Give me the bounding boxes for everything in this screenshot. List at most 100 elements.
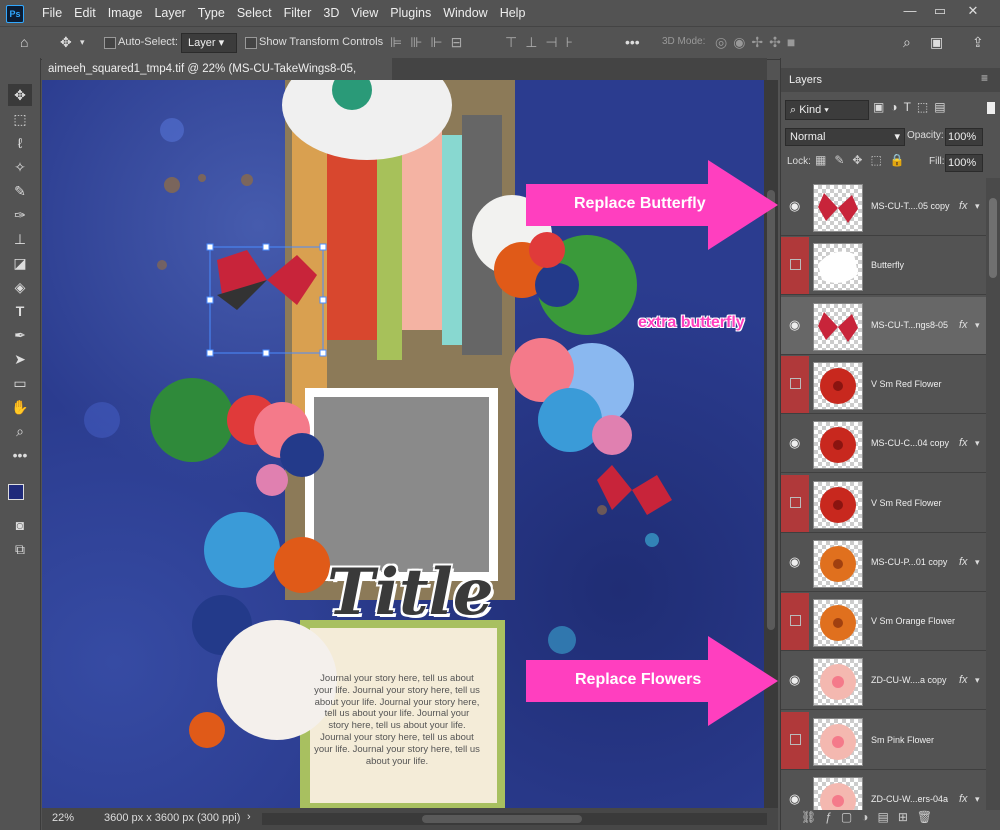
layer-effects-icon[interactable]: fx xyxy=(959,178,968,235)
auto-select-dropdown[interactable]: Layer ▾ xyxy=(181,33,237,53)
close-icon[interactable]: ✕ xyxy=(958,0,988,22)
transform-controls-checkbox[interactable] xyxy=(245,37,257,49)
pen-tool-icon[interactable]: ✒ xyxy=(8,324,32,346)
foreground-color-swatch[interactable] xyxy=(8,484,24,500)
layer-filter-dropdown[interactable]: ⌕ Kind ▾ xyxy=(785,100,869,120)
layer-effects-icon[interactable]: fx xyxy=(959,415,968,472)
menu-3d[interactable]: 3D xyxy=(317,0,345,26)
type-tool-icon[interactable]: T xyxy=(8,300,32,322)
layer-row[interactable]: ◉ MS-CU-P...01 copy fx ▾ xyxy=(781,533,986,592)
auto-select-checkbox[interactable] xyxy=(104,37,116,49)
search-icon[interactable]: ⌕ xyxy=(903,27,911,57)
zoom-level[interactable]: 22% xyxy=(52,812,74,824)
scrollbar-thumb[interactable] xyxy=(767,190,775,630)
eye-icon[interactable]: ◉ xyxy=(781,534,809,591)
layer-effects-icon[interactable]: fx xyxy=(959,297,968,354)
expand-effects-chevron-icon[interactable]: ▾ xyxy=(975,415,980,472)
layer-row[interactable]: ◉ MS-CU-C...04 copy fx ▾ xyxy=(781,415,986,474)
move-tool-icon[interactable]: ✥ xyxy=(60,27,72,57)
layer-row[interactable]: V Sm Orange Flower xyxy=(781,593,986,652)
menu-plugins[interactable]: Plugins xyxy=(384,0,437,26)
menu-view[interactable]: View xyxy=(345,0,384,26)
menu-file[interactable]: File xyxy=(36,0,68,26)
maximize-icon[interactable]: ▭ xyxy=(925,0,955,22)
menu-help[interactable]: Help xyxy=(494,0,532,26)
eraser-tool-icon[interactable]: ◪ xyxy=(8,252,32,274)
expand-effects-chevron-icon[interactable]: ▾ xyxy=(975,534,980,591)
replace-flowers-callout: Replace Flowers xyxy=(526,636,778,726)
layer-row[interactable]: ◉ ZD-CU-W...ers-04a fx ▾ xyxy=(781,771,986,810)
layer-name: V Sm Red Flower xyxy=(871,378,942,389)
status-chevron-icon[interactable]: › xyxy=(247,811,251,823)
menu-type[interactable]: Type xyxy=(192,0,231,26)
horizontal-scrollbar[interactable] xyxy=(262,813,767,825)
h-scrollbar-thumb[interactable] xyxy=(422,815,582,823)
layer-effects-icon[interactable]: fx xyxy=(959,534,968,591)
hand-tool-icon[interactable]: ✋ xyxy=(8,396,32,418)
opacity-field[interactable]: 100% xyxy=(945,128,983,146)
fill-field[interactable]: 100% xyxy=(945,154,983,172)
visibility-toggle-off[interactable] xyxy=(781,593,809,651)
filter-icons[interactable]: ▣◑T⬚▤ xyxy=(873,100,952,114)
visibility-toggle-off[interactable] xyxy=(781,355,809,413)
panel-menu-icon[interactable]: ≡ xyxy=(981,71,988,85)
stamp-tool-icon[interactable]: ⊥ xyxy=(8,228,32,250)
eye-icon[interactable]: ◉ xyxy=(781,771,809,810)
eye-icon[interactable]: ◉ xyxy=(781,652,809,709)
layers-scrollbar[interactable] xyxy=(986,178,1000,810)
brush-tool-icon[interactable]: ✑ xyxy=(8,204,32,226)
layers-scrollbar-thumb[interactable] xyxy=(989,198,997,278)
quick-mask-icon[interactable]: ◙ xyxy=(8,514,32,536)
lock-icons[interactable]: ▦✎✥⬚🔒 xyxy=(815,153,913,167)
menu-image[interactable]: Image xyxy=(102,0,149,26)
layer-effects-icon[interactable]: fx xyxy=(959,771,968,810)
eye-icon[interactable]: ◉ xyxy=(781,297,809,354)
visibility-toggle-off[interactable] xyxy=(781,711,809,769)
eye-icon[interactable]: ◉ xyxy=(781,178,809,235)
move-tool-icon[interactable]: ✥ xyxy=(8,84,32,106)
layer-effects-icon[interactable]: fx xyxy=(959,652,968,709)
minimize-icon[interactable]: — xyxy=(895,0,925,22)
visibility-toggle-off[interactable] xyxy=(781,237,809,295)
layers-panel-title[interactable]: Layers xyxy=(789,74,822,86)
layer-row[interactable]: V Sm Red Flower xyxy=(781,355,986,414)
menu-filter[interactable]: Filter xyxy=(278,0,318,26)
expand-effects-chevron-icon[interactable]: ▾ xyxy=(975,652,980,709)
layer-row[interactable]: ◉ MS-CU-T....05 copy fx ▾ xyxy=(781,178,986,236)
visibility-toggle-off[interactable] xyxy=(781,474,809,532)
lasso-tool-icon[interactable]: ℓ xyxy=(8,132,32,154)
rectangle-tool-icon[interactable]: ▭ xyxy=(8,372,32,394)
more-tools-icon[interactable]: ••• xyxy=(8,444,32,466)
eyedropper-icon[interactable]: ✎ xyxy=(8,180,32,202)
gradient-tool-icon[interactable]: ◈ xyxy=(8,276,32,298)
more-options-icon[interactable]: ••• xyxy=(625,27,640,57)
layer-row[interactable]: ◉ ZD-CU-W....a copy fx ▾ xyxy=(781,652,986,711)
workspace-icon[interactable]: ▣ xyxy=(930,27,943,57)
menu-layer[interactable]: Layer xyxy=(148,0,191,26)
expand-effects-chevron-icon[interactable]: ▾ xyxy=(975,771,980,810)
screen-mode-icon[interactable]: ⧉ xyxy=(8,538,32,560)
expand-effects-chevron-icon[interactable]: ▾ xyxy=(975,297,980,354)
share-icon[interactable]: ⇪ xyxy=(972,27,984,57)
document-tab[interactable]: aimeeh_squared1_tmp4.tif @ 22% (MS-CU-Ta… xyxy=(42,58,392,97)
magic-wand-icon[interactable]: ✧ xyxy=(8,156,32,178)
menu-edit[interactable]: Edit xyxy=(68,0,102,26)
layer-actions-bar[interactable]: ⛓ƒ▢◑▤⊞🗑 xyxy=(801,810,991,828)
home-icon[interactable]: ⌂ xyxy=(20,27,28,57)
chevron-down-icon[interactable]: ▾ xyxy=(80,27,85,57)
layer-row[interactable]: ◉ MS-CU-T...ngs8-05 fx ▾ xyxy=(781,296,986,355)
menu-window[interactable]: Window xyxy=(437,0,493,26)
layer-row[interactable]: V Sm Red Flower xyxy=(781,474,986,533)
eye-icon[interactable]: ◉ xyxy=(781,415,809,472)
zoom-tool-icon[interactable]: ⌕ xyxy=(8,420,32,442)
expand-effects-chevron-icon[interactable]: ▾ xyxy=(975,178,980,235)
align-icons[interactable]: ⊫⊪⊩⊟ xyxy=(390,27,470,57)
blend-mode-dropdown[interactable]: Normal ▾ xyxy=(785,128,905,146)
filter-toggle[interactable] xyxy=(987,102,995,114)
marquee-tool-icon[interactable]: ⬚ xyxy=(8,108,32,130)
path-select-icon[interactable]: ➤ xyxy=(8,348,32,370)
layer-row[interactable]: Butterfly xyxy=(781,237,986,296)
distribute-icons[interactable]: ⊤⊥⊣⊦ xyxy=(505,27,581,57)
menu-select[interactable]: Select xyxy=(231,0,278,26)
layer-row[interactable]: Sm Pink Flower xyxy=(781,711,986,770)
